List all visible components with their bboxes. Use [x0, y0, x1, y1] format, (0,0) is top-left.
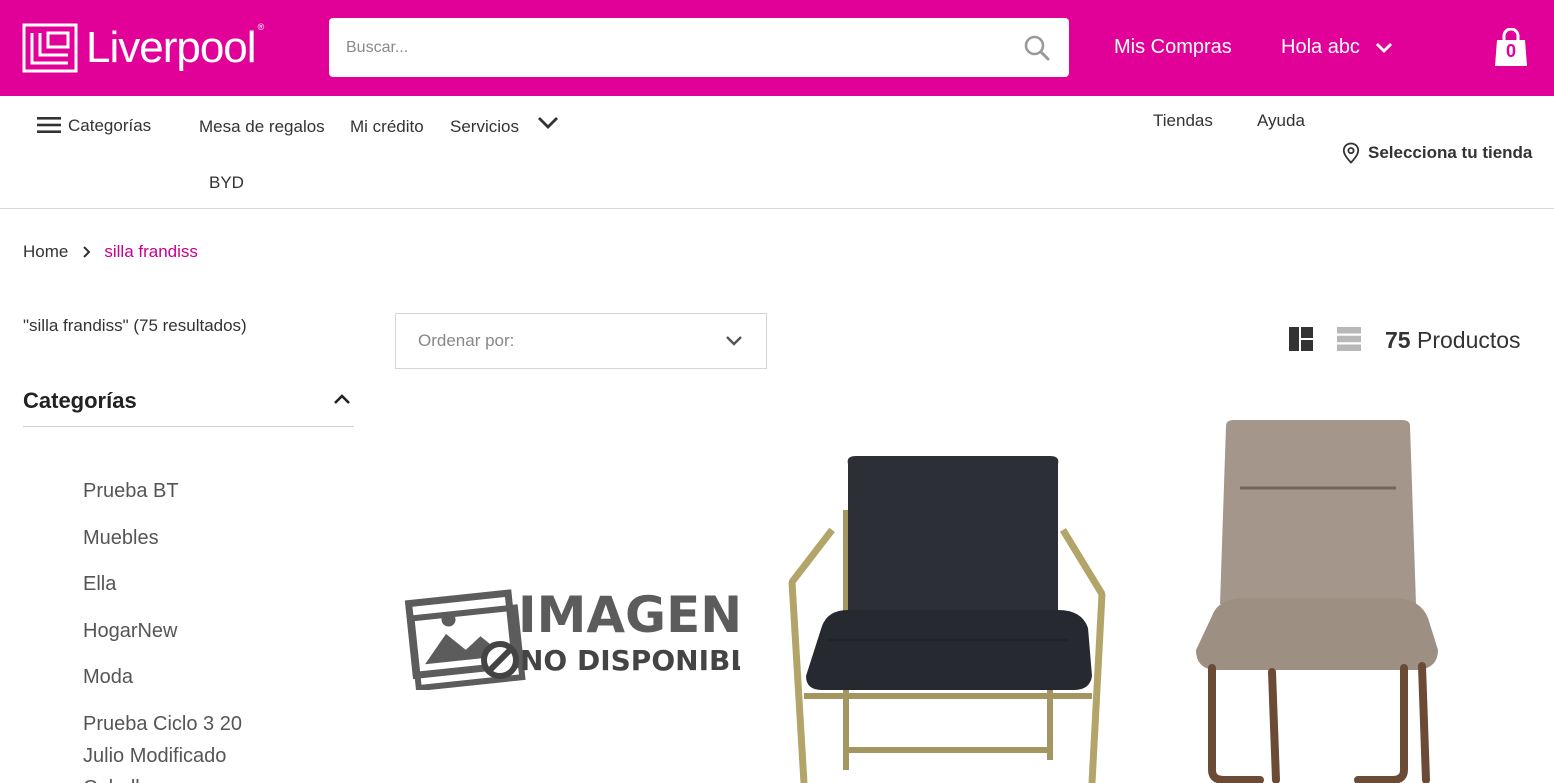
category-item[interactable]: HogarNew [83, 615, 363, 647]
grid-view-icon[interactable] [1289, 327, 1313, 351]
category-item[interactable]: Moda [83, 661, 363, 693]
product-card[interactable] [1190, 418, 1440, 783]
product-card[interactable]: IMAGEN NO DISPONIBLE [400, 580, 767, 692]
breadcrumb-current[interactable]: silla frandiss [104, 242, 198, 262]
byd-link[interactable]: BYD [209, 173, 244, 193]
chevron-down-icon [1375, 42, 1392, 53]
product-count-number: 75 [1385, 327, 1411, 353]
greeting-text: Hola abc [1281, 36, 1360, 58]
liverpool-logo[interactable]: Liverpool ® [22, 18, 264, 78]
chevron-right-icon [82, 245, 92, 259]
hamburger-icon [37, 117, 61, 133]
categories-menu-button[interactable]: Categorías [37, 114, 151, 136]
select-store-label: Selecciona tu tienda [1368, 143, 1533, 162]
mi-credito-link[interactable]: Mi crédito [350, 117, 424, 137]
breadcrumb-home[interactable]: Home [23, 242, 68, 262]
tiendas-link[interactable]: Tiendas [1153, 111, 1213, 131]
placeholder-text-line2: NO DISPONIBLE [520, 644, 740, 677]
categories-list: Prueba BT Muebles Ella HogarNew Moda Pru… [83, 475, 363, 783]
product-image [1196, 420, 1438, 783]
liverpool-logo-icon [22, 23, 78, 73]
account-menu[interactable]: Hola abc [1281, 36, 1394, 59]
servicios-chevron-down-icon[interactable] [536, 115, 560, 131]
breadcrumb: Home silla frandiss [23, 242, 198, 262]
search-bar [329, 18, 1069, 77]
categories-filter-header[interactable]: Categorías [23, 386, 354, 427]
cart-count: 0 [1505, 41, 1516, 61]
secondary-nav: Categorías Mesa de regalos Mi crédito Se… [0, 96, 1554, 209]
mis-compras-link[interactable]: Mis Compras [1114, 36, 1232, 59]
category-item[interactable]: Ella [83, 568, 363, 600]
select-store-button[interactable]: Selecciona tu tienda [1342, 142, 1532, 164]
logo-text: Liverpool [86, 23, 257, 72]
top-header: Liverpool ® Mis Compras Hola abc 0 [0, 0, 1554, 96]
cart-button[interactable]: 0 [1494, 28, 1528, 68]
image-unavailable-placeholder: IMAGEN NO DISPONIBLE [404, 586, 767, 692]
placeholder-text-line1: IMAGEN [518, 586, 740, 644]
results-summary: "silla frandiss" (75 resultados) [23, 316, 247, 335]
categories-label: Categorías [68, 116, 152, 135]
categories-filter-title: Categorías [23, 388, 137, 413]
search-icon[interactable] [1017, 28, 1057, 68]
list-view-icon[interactable] [1337, 327, 1361, 351]
category-item[interactable]: Caballeros [83, 772, 363, 783]
sort-dropdown[interactable]: Ordenar por: [395, 313, 767, 369]
chevron-up-icon[interactable] [332, 392, 352, 406]
servicios-link[interactable]: Servicios [450, 117, 519, 137]
chevron-down-icon [726, 336, 742, 346]
category-item[interactable]: Prueba Ciclo 3 20 Julio Modificado [83, 708, 263, 772]
sort-label: Ordenar por: [418, 331, 515, 350]
ayuda-link[interactable]: Ayuda [1257, 111, 1305, 131]
category-item[interactable]: Muebles [83, 522, 363, 554]
location-pin-icon [1342, 142, 1360, 164]
logo-registered-mark: ® [257, 22, 265, 32]
product-count-label: Productos [1416, 327, 1521, 353]
mesa-de-regalos-link[interactable]: Mesa de regalos [199, 117, 325, 137]
product-image [788, 456, 1106, 783]
search-input[interactable] [329, 18, 1017, 77]
product-count: 75 Productos [1385, 327, 1521, 354]
category-item[interactable]: Prueba BT [83, 475, 363, 507]
product-card[interactable] [788, 450, 1108, 783]
